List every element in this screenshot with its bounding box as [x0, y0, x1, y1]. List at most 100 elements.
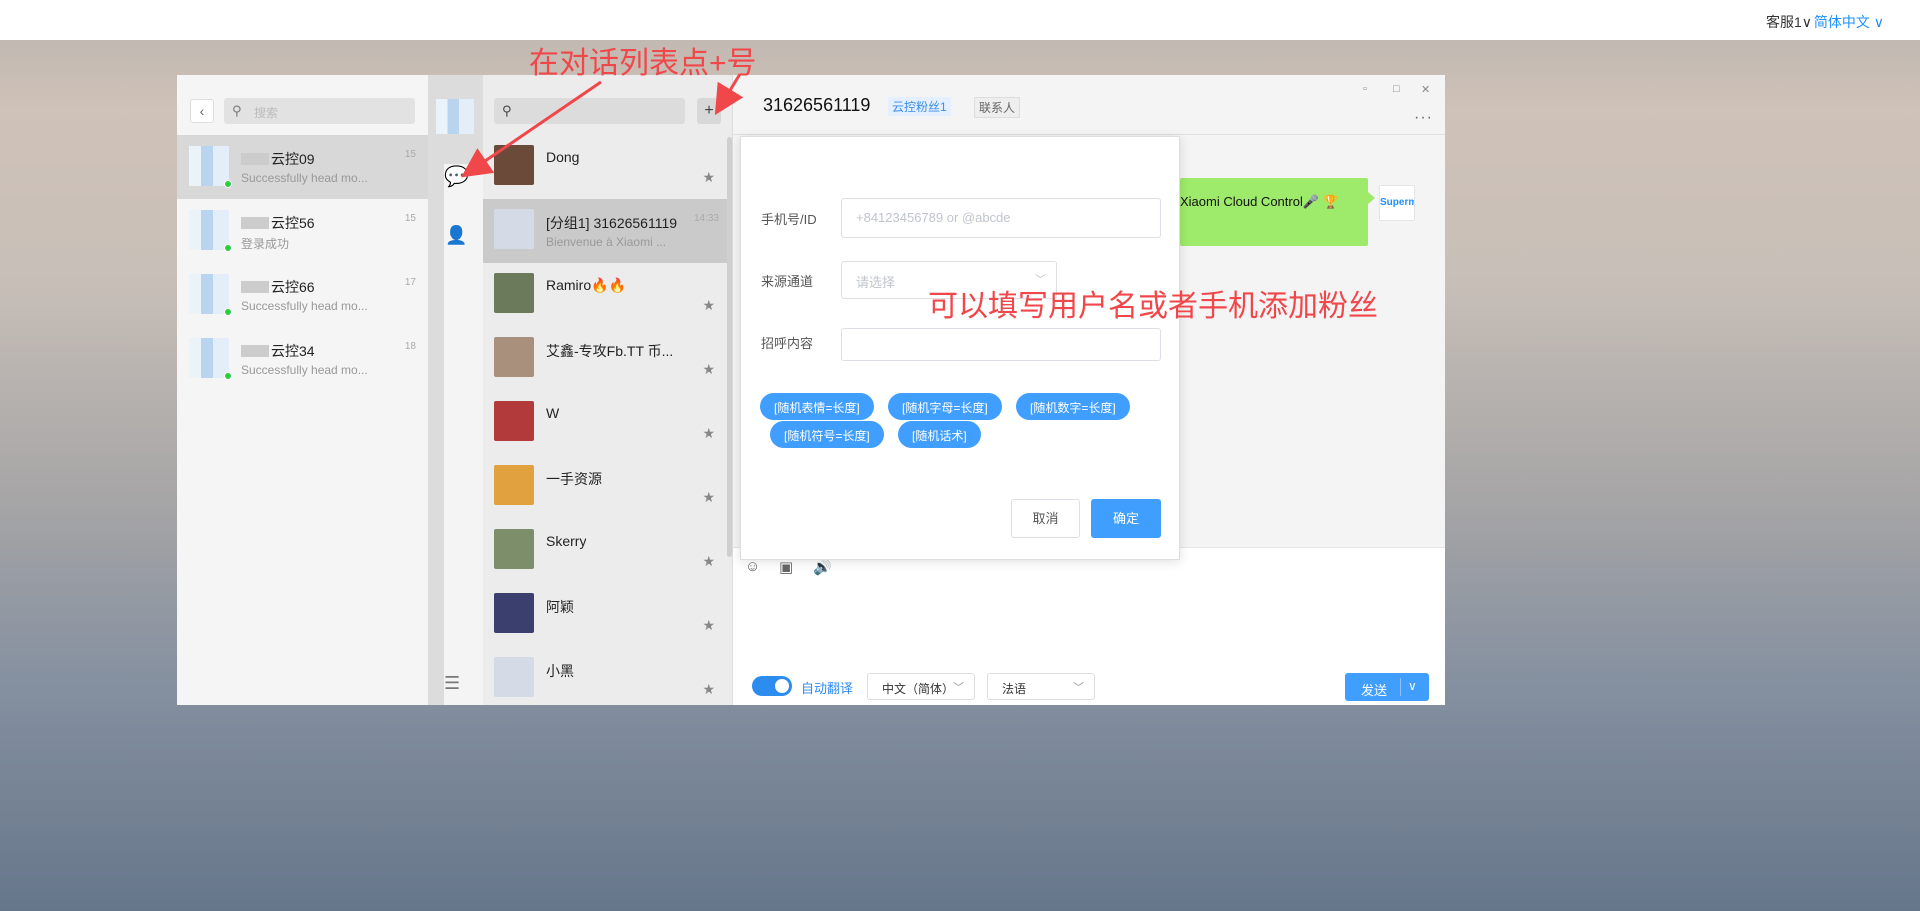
- conversation-preview: Bienvenue à Xiaomi ...: [546, 235, 667, 249]
- auto-translate-label: 自动翻译: [801, 681, 854, 696]
- star-icon[interactable]: ★: [702, 553, 715, 570]
- account-preview: Successfully head mo...: [241, 299, 368, 313]
- chat-header: 31626561119 云控粉丝1 联系人 ▫ □ ✕ ···: [733, 75, 1445, 135]
- account-item[interactable]: 云控09 Successfully head mo... 15: [177, 135, 428, 199]
- avatar: [189, 146, 229, 186]
- send-button[interactable]: 发送 ∨: [1345, 673, 1429, 701]
- conversation-item[interactable]: W ★: [483, 391, 727, 455]
- confirm-button[interactable]: 确定: [1091, 499, 1161, 538]
- menu-icon[interactable]: ☰: [444, 673, 460, 694]
- star-icon[interactable]: ★: [702, 489, 715, 506]
- conversation-item[interactable]: Ramiro🔥🔥 ★: [483, 263, 727, 327]
- avatar: [494, 209, 534, 249]
- avatar: [189, 274, 229, 314]
- avatar: [494, 401, 534, 441]
- account-preview: 登录成功: [241, 237, 290, 251]
- scrollbar[interactable]: [727, 137, 732, 557]
- chevron-left-icon: ‹: [199, 103, 205, 119]
- blurred-prefix: [241, 217, 269, 229]
- account-time: 17: [404, 277, 416, 288]
- send-divider: [1400, 678, 1401, 696]
- add-fan-dialog: 手机号/ID +84123456789 or @abcde 来源通道 请选择 ﹀ …: [740, 136, 1180, 560]
- star-icon[interactable]: ★: [702, 425, 715, 442]
- blurred-prefix: [241, 153, 269, 165]
- star-icon[interactable]: ★: [702, 297, 715, 314]
- annotation-middle: 可以填写用户名或者手机添加粉丝: [928, 290, 1378, 323]
- online-status-dot: [224, 372, 232, 380]
- account-time: 15: [404, 149, 416, 160]
- chip-random-letter[interactable]: [随机字母=长度]: [888, 393, 1002, 420]
- avatar: [494, 465, 534, 505]
- chip-random-emoji[interactable]: [随机表情=长度]: [760, 393, 874, 420]
- greeting-textarea[interactable]: [841, 328, 1161, 361]
- image-icon[interactable]: ▣: [779, 558, 793, 576]
- greeting-label: 招呼内容: [761, 336, 814, 351]
- conversation-item[interactable]: [分组1] 31626561119 Bienvenue à Xiaomi ... 1…: [483, 199, 727, 263]
- conversation-item[interactable]: 阿颖 ★: [483, 583, 727, 647]
- source-language-value: 中文（简体）: [882, 682, 955, 696]
- conversation-item[interactable]: 小黑 ★: [483, 647, 727, 705]
- conversation-name: W: [546, 405, 560, 421]
- language-menu[interactable]: 简体中文 ∨: [1814, 12, 1884, 32]
- conversation-name: 小黑: [546, 663, 574, 679]
- avatar: [494, 657, 534, 697]
- chevron-down-icon: ∨: [1873, 14, 1884, 30]
- add-conversation-button[interactable]: +: [697, 98, 721, 124]
- online-status-dot: [224, 244, 232, 252]
- search-icon: ⚲: [232, 103, 242, 118]
- blurred-prefix: [241, 345, 269, 357]
- chip-random-symbol[interactable]: [随机符号=长度]: [770, 421, 884, 448]
- my-avatar[interactable]: [436, 99, 474, 134]
- conversation-search-input[interactable]: ⚲: [494, 98, 685, 124]
- conversation-name: 艾鑫-专攻Fb.TT 币...: [546, 343, 674, 359]
- conversation-name: Skerry: [546, 533, 587, 549]
- conversation-name: Ramiro🔥🔥: [546, 277, 626, 293]
- close-icon[interactable]: ✕: [1421, 83, 1430, 96]
- voice-icon[interactable]: 🔊: [813, 558, 832, 576]
- account-search-input[interactable]: ⚲ 搜索: [224, 98, 415, 124]
- minimize-icon[interactable]: ▫: [1363, 83, 1367, 95]
- contact-tag[interactable]: 联系人: [974, 97, 1021, 118]
- star-icon[interactable]: ★: [702, 361, 715, 378]
- target-language-select[interactable]: 法语 ﹀: [987, 673, 1095, 700]
- chip-random-phrase[interactable]: [随机话术]: [898, 421, 981, 448]
- star-icon[interactable]: ★: [702, 681, 715, 698]
- account-menu[interactable]: 客服1∨: [1766, 12, 1812, 32]
- nav-rail: 💬 👤 ☰: [428, 75, 1156, 705]
- account-time: 15: [404, 213, 416, 224]
- chip-random-number[interactable]: [随机数字=长度]: [1016, 393, 1130, 420]
- account-name: 云控56: [241, 213, 315, 233]
- back-button[interactable]: ‹: [190, 99, 214, 123]
- chevron-down-icon[interactable]: ∨: [1408, 679, 1417, 693]
- account-name: 云控66: [241, 277, 315, 297]
- message-editor[interactable]: ☺ ▣ 🔊 自动翻译 中文（简体） ﹀ 法语 ﹀ 发送 ∨: [733, 547, 1445, 705]
- maximize-icon[interactable]: □: [1393, 83, 1400, 95]
- contacts-icon[interactable]: 👤: [445, 225, 467, 246]
- conversation-name: [分组1] 31626561119: [546, 215, 678, 231]
- chevron-down-icon: ﹀: [1073, 682, 1084, 694]
- cancel-button[interactable]: 取消: [1011, 499, 1080, 538]
- avatar: [494, 337, 534, 377]
- account-preview: Successfully head mo...: [241, 363, 368, 377]
- chevron-down-icon: ∨: [1801, 14, 1812, 30]
- star-icon[interactable]: ★: [702, 617, 715, 634]
- avatar: [494, 593, 534, 633]
- account-item[interactable]: 云控34 Successfully head mo... 18: [177, 327, 428, 391]
- search-placeholder: 搜索: [254, 106, 279, 120]
- avatar: [494, 145, 534, 185]
- conversation-item[interactable]: 艾鑫-专攻Fb.TT 币... ★: [483, 327, 727, 391]
- more-options-icon[interactable]: ···: [1414, 109, 1433, 127]
- auto-translate-toggle[interactable]: [752, 676, 792, 696]
- account-item[interactable]: 云控56 登录成功 15: [177, 199, 428, 263]
- conversation-item[interactable]: Dong ★: [483, 135, 727, 199]
- chevron-down-icon: ﹀: [953, 682, 964, 694]
- account-item[interactable]: 云控66 Successfully head mo... 17: [177, 263, 428, 327]
- conversation-item[interactable]: Skerry ★: [483, 519, 727, 583]
- sender-avatar: Superm: [1379, 185, 1415, 221]
- source-language-select[interactable]: 中文（简体） ﹀: [867, 673, 975, 700]
- star-icon[interactable]: ★: [702, 169, 715, 186]
- emoji-icon[interactable]: ☺: [745, 558, 760, 575]
- conversation-item[interactable]: 一手资源 ★: [483, 455, 727, 519]
- conversation-name: 阿颖: [546, 599, 574, 615]
- phone-id-input[interactable]: +84123456789 or @abcde: [841, 198, 1161, 238]
